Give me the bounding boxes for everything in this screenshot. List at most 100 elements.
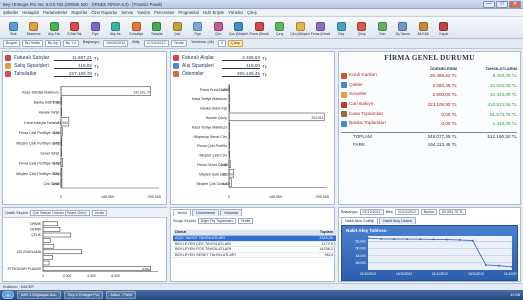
taskbar-item-1[interactable]: Bey-1 Entegre Pro [64, 291, 104, 299]
toolbar-button-13[interactable]: Çırış [270, 17, 291, 36]
bar[interactable] [42, 249, 82, 255]
bar[interactable] [42, 266, 151, 271]
menu-item-0[interactable]: Şirketler [3, 10, 18, 15]
query-tab-0[interactable]: Yenile [173, 209, 192, 216]
taskbar-item-2[interactable]: Adsız - Paint [106, 291, 136, 299]
bar[interactable] [42, 238, 51, 243]
toolbar-button-14[interactable]: Çiro (Müşteri Senedi) [290, 17, 311, 36]
firm-status-row[interactable]: Kredi Kartları 25.468,52 TL 8.293,00 TL [341, 71, 517, 81]
cash-point[interactable] [471, 239, 474, 242]
menu-item-11[interactable]: Çıkış [247, 10, 257, 15]
toolbar-button-7[interactable]: Tahsilat [147, 17, 168, 36]
toolbar-button-21[interactable]: Kapat [434, 17, 455, 36]
bar[interactable] [42, 227, 61, 232]
menu-item-9[interactable]: Hızlı Erişim [203, 10, 224, 15]
bar[interactable] [42, 255, 53, 260]
firm-status-row[interactable]: Senetler 2.500,00 TL 10.443,00 TL [341, 90, 517, 100]
toolbar-button-18[interactable]: Gün [372, 17, 393, 36]
bar-value-label: 203.933 [311, 116, 323, 120]
firm-status-row[interactable]: Banka Toplamları 0,00 TL 1.443,00 TL [341, 119, 517, 129]
refresh-button[interactable]: Yenile [170, 40, 187, 47]
cash-value-field[interactable]: 52.993,75 TL [439, 209, 467, 215]
start-date-input[interactable]: 25/09/2012 [103, 40, 129, 47]
cash-point[interactable] [419, 238, 422, 241]
this-week-button[interactable]: Bu Hafta [21, 40, 43, 47]
summary-row[interactable]: Faturalı Alışlar 2.339,63 TL [171, 54, 334, 62]
cash-point[interactable] [445, 238, 448, 241]
summary-row[interactable]: Alış Siparişleri 118,00 TL [171, 62, 334, 70]
taskbar-item-0[interactable]: BAY-1 Bilgisayar Acc. [17, 291, 62, 299]
toolbar-button-11[interactable]: Çiro (Müşteri Çeki) [229, 17, 250, 36]
toolbar-button-16[interactable]: Geç [331, 17, 352, 36]
chart-select-dropdown[interactable]: Çok Satılan Ürünler (Tutara Göre) [29, 209, 90, 216]
chart-refresh-button[interactable]: Yenile [91, 209, 108, 216]
toolbar-button-10[interactable]: Çiro [208, 17, 229, 36]
maximize-button[interactable]: □ [496, 1, 508, 8]
menu-item-7[interactable]: Pencereler [154, 10, 174, 15]
bar[interactable] [228, 112, 325, 122]
summary-row[interactable]: Satış Siparişleri 118,02 TL [3, 62, 166, 70]
menu-item-2[interactable]: Parametreler [43, 10, 67, 15]
start-button[interactable] [2, 291, 14, 299]
menu-item-8[interactable]: Programlar [178, 10, 199, 15]
toolbar-button-6[interactable]: S.İrsaliye [126, 17, 147, 36]
toolbar-button-1[interactable]: Malzeme [24, 17, 45, 36]
query-tab-2[interactable]: Kolonlar [220, 209, 243, 216]
cash-point[interactable] [367, 237, 369, 240]
cash-account-select[interactable]: Banka [420, 209, 438, 215]
cash-point[interactable] [393, 238, 396, 240]
bar[interactable] [42, 232, 72, 238]
cash-start-input[interactable]: 01/12/2012 [359, 209, 384, 215]
summary-row[interactable]: Tahsilatlar 227.190,76 TL [3, 70, 166, 78]
firm-status-row[interactable]: Kasa Toplamları 0,00 TL 81.573,75 TL [341, 109, 517, 119]
menu-item-5[interactable]: Servis [121, 10, 133, 15]
cash-point[interactable] [511, 265, 513, 268]
cash-point[interactable] [406, 238, 409, 241]
summary-row[interactable]: Faturalı Satışlar 11.697,21 TL [3, 54, 166, 62]
bar[interactable] [42, 221, 58, 227]
query-refresh-button[interactable]: Yenile [237, 218, 254, 224]
toolbar-button-2[interactable]: Alış Fat. [44, 17, 65, 36]
toolbar-label: Çiro [215, 32, 222, 36]
toolbar-button-9[interactable]: Fiye [188, 17, 209, 36]
menu-item-6[interactable]: Yardım [137, 10, 150, 15]
close-button[interactable]: ✕ [509, 1, 521, 8]
toolbar-button-12[interactable]: Firma (Kendi Çekimiz) [249, 17, 270, 36]
cash-point[interactable] [380, 237, 382, 240]
query-tab-1[interactable]: Düzenleme [192, 209, 220, 216]
firm-status-row[interactable]: Cari Bakiye 223.106,90 TL 410.813,55 TL [341, 100, 517, 110]
today-button[interactable]: Bugün [3, 40, 20, 47]
refresh-interval-input[interactable]: 0 [217, 40, 227, 47]
cash-tab-1[interactable]: Nakit Akış Listesi [379, 217, 416, 224]
cash-point[interactable] [458, 239, 461, 241]
query-select-dropdown[interactable]: Diğer Ftş Toplamları [197, 218, 236, 224]
toolbar-button-0[interactable]: Stok [3, 17, 24, 36]
summary-row[interactable]: Ödemeler 265.138,45 TL [171, 70, 334, 78]
toolbar-button-3[interactable]: S.Sat.Fat. [65, 17, 86, 36]
menu-item-3[interactable]: Raporlar [71, 10, 87, 15]
menu-item-1[interactable]: Hesaplar [22, 10, 39, 15]
cash-point[interactable] [432, 238, 435, 241]
menu-item-10[interactable]: Yönetici [228, 10, 243, 15]
menu-item-4[interactable]: Özel Raporlar [91, 10, 117, 15]
this-month-button[interactable]: Bu Ay [44, 40, 61, 47]
toolbar-button-8[interactable]: Çek [167, 17, 188, 36]
toolbar-button-5[interactable]: Alış İrs. [106, 17, 127, 36]
cash-point[interactable] [484, 264, 487, 266]
end-date-input[interactable]: 27/10/2012 [143, 40, 169, 47]
cash-tab-0[interactable]: Nakit Akış Grafiği [341, 217, 379, 224]
exit-button[interactable]: Çıkış [228, 40, 243, 47]
this-year-button[interactable]: Bu Yıl [62, 40, 79, 47]
bar[interactable] [42, 243, 55, 249]
toolbar-button-17[interactable]: Çıkış [352, 17, 373, 36]
cash-point[interactable] [498, 264, 500, 267]
cash-end-input[interactable]: 01/12/2012 [394, 209, 419, 215]
toolbar-button-20[interactable]: Alt KAK [413, 17, 434, 36]
minimize-button[interactable]: — [483, 1, 495, 8]
query-grid-row[interactable]: BEKLEYEN SENET TAHSİLATLARI 9619 [173, 253, 336, 259]
firm-status-row[interactable]: Çekler 2.080,45 TL 10.534,00 TL [341, 81, 517, 91]
toolbar-button-19[interactable]: Üç Tanım [393, 17, 414, 36]
bar[interactable] [42, 260, 50, 266]
toolbar-button-15[interactable]: Firma (Kendi Senedimiz) [311, 17, 332, 36]
toolbar-button-4[interactable]: Fiye [85, 17, 106, 36]
